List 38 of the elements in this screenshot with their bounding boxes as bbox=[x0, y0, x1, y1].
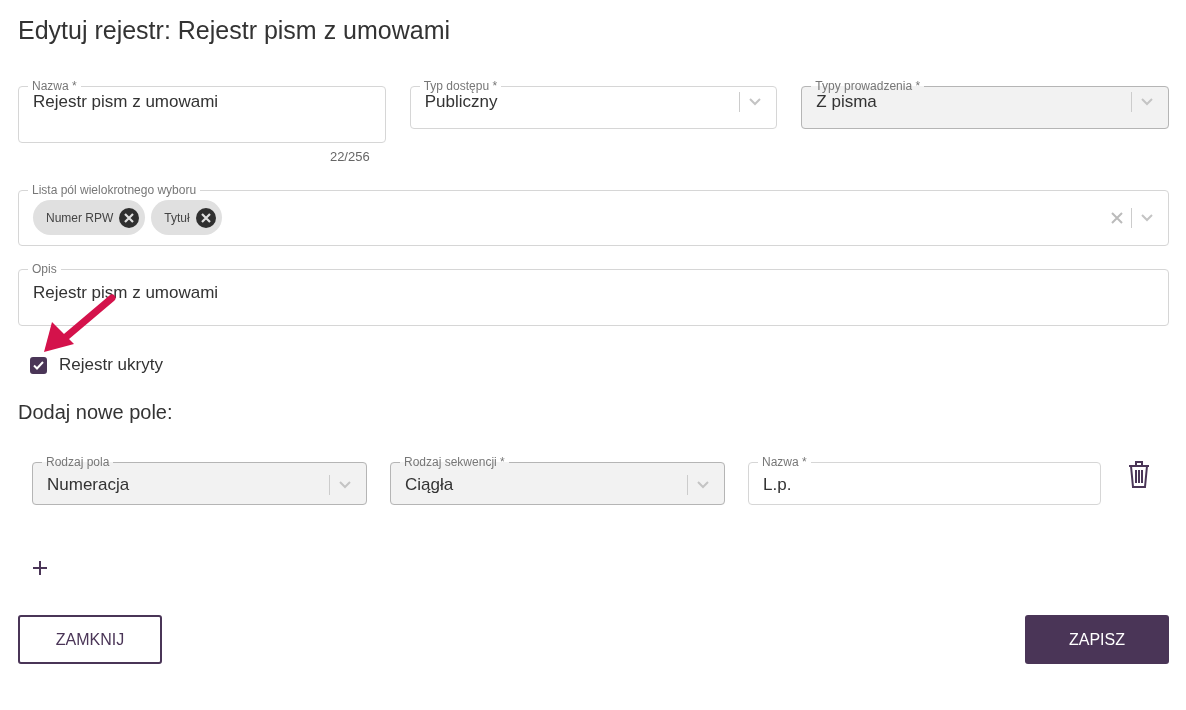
input-field[interactable]: Nazwa * Rejestr pism z umowami bbox=[18, 80, 386, 143]
input-field[interactable]: Nazwa * L.p. bbox=[748, 456, 1101, 505]
remove-icon bbox=[119, 207, 140, 228]
field-value: Z pisma bbox=[816, 92, 877, 112]
chevron-down-icon bbox=[338, 480, 352, 490]
field-label: Rodzaj pola bbox=[45, 456, 111, 468]
chevron-down-icon bbox=[1140, 212, 1154, 223]
chip[interactable]: Tytuł bbox=[151, 200, 222, 235]
field-label: Nazwa * bbox=[31, 80, 78, 92]
field-label: Nazwa * bbox=[761, 456, 808, 468]
checkbox-label: Rejestr ukryty bbox=[59, 355, 163, 375]
page-title: Edytuj rejestr: Rejestr pism z umowami bbox=[18, 15, 452, 46]
remove-icon bbox=[195, 207, 216, 228]
field-label: Typ dostępu * bbox=[422, 80, 499, 92]
field-value: Ciągła bbox=[405, 475, 455, 495]
trash-icon[interactable] bbox=[1128, 460, 1150, 488]
field-label: Rodzaj sekwencji * bbox=[403, 456, 506, 468]
field-value: L.p. bbox=[763, 475, 793, 495]
select-field[interactable]: Typ dostępu * Publiczny bbox=[409, 80, 778, 129]
section-heading: Dodaj nowe pole: bbox=[18, 401, 174, 424]
character-counter: 22/256 bbox=[329, 149, 370, 164]
save-button[interactable]: ZAPISZ bbox=[1025, 615, 1169, 664]
field-label: Lista pól wielokrotnego wyboru bbox=[31, 184, 198, 196]
field-label: Typy prowadzenia * bbox=[814, 80, 922, 92]
checkbox[interactable] bbox=[30, 356, 47, 374]
chevron-down-icon bbox=[748, 97, 763, 107]
plus-icon[interactable] bbox=[32, 560, 48, 576]
field-value: Rejestr pism z umowami bbox=[33, 92, 220, 112]
chevron-down-icon bbox=[696, 480, 710, 490]
chip[interactable]: Numer RPW bbox=[33, 200, 146, 235]
multi-select-field[interactable]: Lista pól wielokrotnego wyboru Numer RPW Tytuł bbox=[18, 184, 1169, 246]
field-label: Opis bbox=[31, 263, 58, 275]
field-value: Numeracja bbox=[47, 475, 131, 495]
checkmark-icon bbox=[33, 360, 44, 370]
field-value: Publiczny bbox=[424, 92, 499, 112]
clear-icon bbox=[1111, 211, 1123, 224]
close-button[interactable]: ZAMKNIJ bbox=[18, 615, 162, 664]
chevron-down-icon bbox=[1140, 97, 1154, 107]
